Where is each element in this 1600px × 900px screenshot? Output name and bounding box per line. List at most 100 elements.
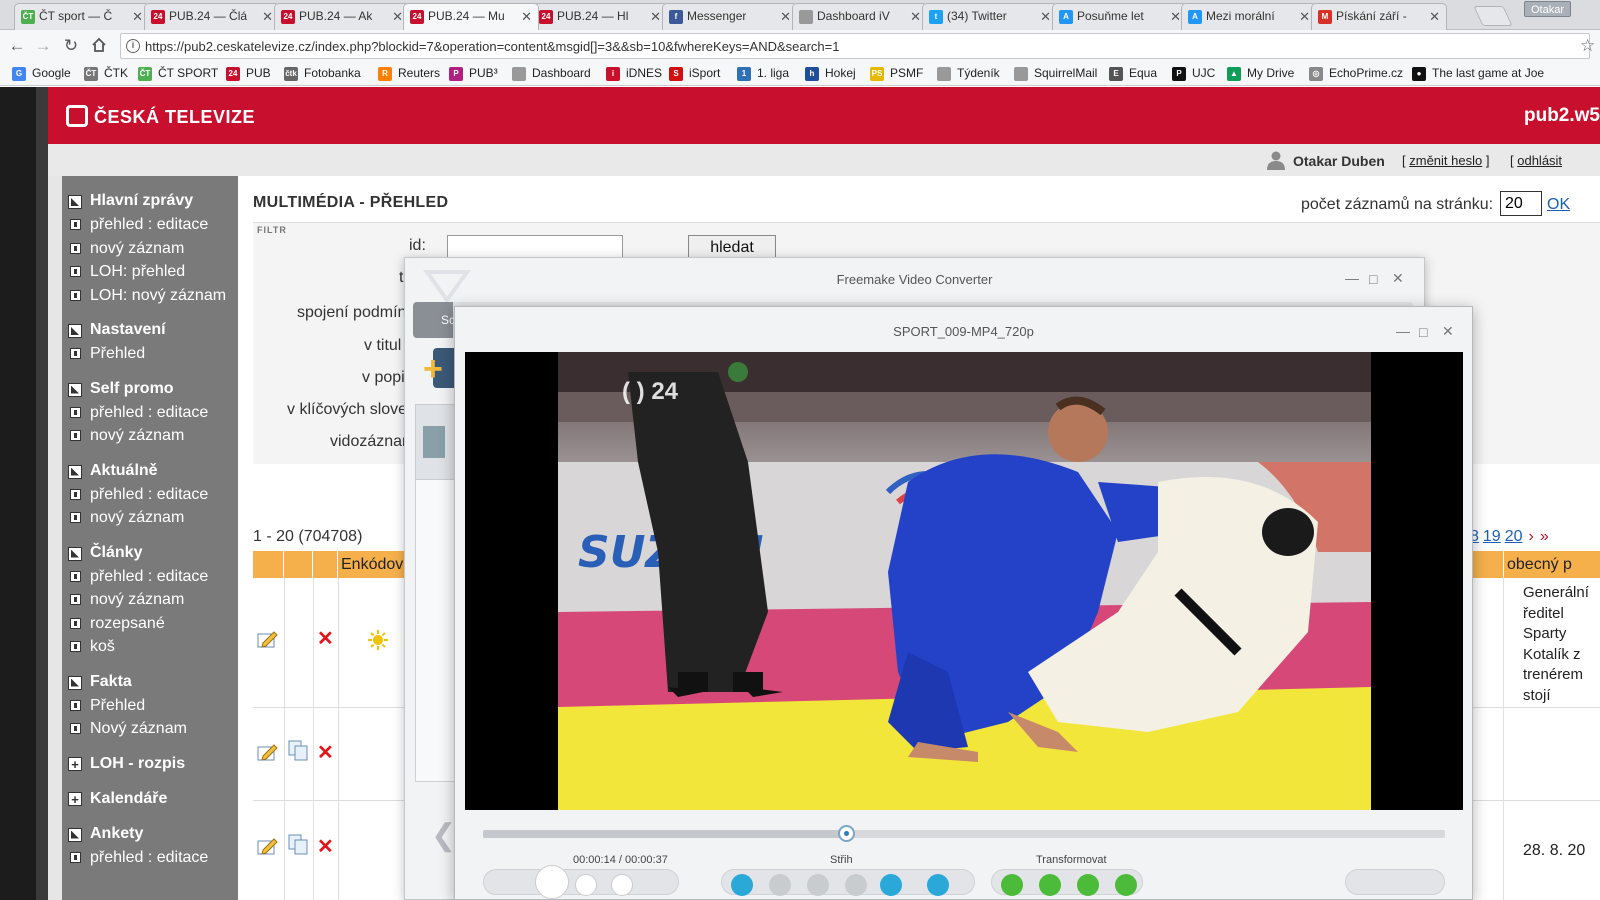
bookmark-item[interactable]: SiSport [669, 66, 720, 81]
back-icon[interactable]: ← [8, 37, 26, 55]
maximize-icon[interactable]: □ [1419, 324, 1427, 340]
edit-icon[interactable] [257, 743, 279, 761]
browser-tab[interactable]: Dashboard iV ✕ [792, 3, 928, 30]
prev-frame-button[interactable] [575, 874, 597, 896]
bookmark-item[interactable]: ● The last game at Joe [1412, 66, 1544, 81]
bookmark-item[interactable]: R Reuters [378, 66, 440, 81]
next-page-icon[interactable]: › [1529, 528, 1534, 545]
minimize-icon[interactable]: — [1345, 270, 1359, 286]
per-page-ok-link[interactable]: OK [1547, 196, 1570, 214]
browser-tab[interactable]: A Mezi morální ✕ [1181, 3, 1317, 30]
bookmark-item[interactable]: G Google [12, 66, 71, 81]
tab-close-icon[interactable]: ✕ [1299, 9, 1310, 25]
sidebar-item[interactable]: rozepsané [62, 612, 238, 636]
play-button[interactable] [535, 865, 569, 899]
flip-button[interactable] [1077, 874, 1099, 896]
minimize-icon[interactable]: — [1396, 323, 1410, 339]
bookmark-item[interactable]: čtk Fotobanka [284, 66, 361, 81]
site-info-icon[interactable]: i [126, 39, 140, 53]
logout-link[interactable]: odhlásit [1517, 153, 1562, 168]
collapse-icon[interactable] [68, 827, 82, 842]
next-frame-button[interactable] [611, 874, 633, 896]
sidebar-item[interactable]: Přehled [62, 342, 238, 366]
sidebar-item[interactable]: LOH: přehled [62, 260, 238, 284]
browser-tab[interactable]: t (34) Twitter ✕ [922, 3, 1058, 30]
browser-tab[interactable]: ČT ČT sport — Č ✕ [14, 3, 150, 30]
collapse-icon[interactable] [68, 464, 82, 479]
cut-button-3[interactable] [807, 874, 829, 896]
sidebar-section-title[interactable]: Aktuálně [62, 459, 238, 483]
cut-button-6[interactable] [927, 874, 949, 896]
expand-icon[interactable]: + [68, 756, 82, 771]
delete-icon[interactable]: ✕ [317, 740, 334, 765]
browser-tab[interactable]: 24 PUB.24 — Hl ✕ [532, 3, 668, 30]
tab-close-icon[interactable]: ✕ [1429, 9, 1440, 25]
copy-icon[interactable] [287, 739, 309, 761]
collapse-icon[interactable] [68, 324, 82, 338]
last-page-icon[interactable]: » [1540, 528, 1549, 545]
bookmark-star-icon[interactable]: ☆ [1580, 36, 1595, 56]
bookmark-item[interactable]: PS PSMF [870, 66, 923, 81]
tab-close-icon[interactable]: ✕ [392, 9, 403, 25]
tab-close-icon[interactable]: ✕ [650, 9, 661, 25]
bookmark-item[interactable]: ▲ My Drive [1227, 66, 1294, 81]
edit-icon[interactable] [257, 630, 279, 648]
bookmark-item[interactable]: 1 1. liga [737, 66, 789, 81]
tab-close-icon[interactable]: ✕ [780, 9, 791, 25]
sidebar-item[interactable]: přehled : editace [62, 401, 238, 425]
delete-icon[interactable]: ✕ [317, 834, 334, 859]
tab-close-icon[interactable]: ✕ [1170, 9, 1181, 25]
close-icon[interactable]: ✕ [1392, 270, 1404, 287]
copy-icon[interactable] [287, 833, 309, 855]
seek-bar[interactable] [483, 825, 1445, 842]
sidebar-item[interactable]: Přehled [62, 694, 238, 718]
browser-tab[interactable]: f Messenger ✕ [662, 3, 798, 30]
bookmark-item[interactable]: ČT ČT SPORT [138, 66, 218, 81]
sidebar-item[interactable]: přehled : editace [62, 565, 238, 589]
collapse-icon[interactable] [68, 195, 82, 209]
cut-button-2[interactable] [769, 874, 791, 896]
bookmark-item[interactable]: i iDNES [606, 66, 662, 81]
tab-close-icon[interactable]: ✕ [1040, 9, 1051, 25]
video-frame[interactable]: SUZUKI [558, 352, 1371, 810]
browser-tab[interactable]: 24 PUB.24 — Člá ✕ [144, 3, 280, 30]
mark-start-button[interactable] [731, 874, 753, 896]
sidebar-item[interactable]: nový záznam [62, 237, 238, 261]
cut-button-5[interactable] [880, 874, 902, 896]
rotate-right-button[interactable] [1039, 874, 1061, 896]
tab-close-icon[interactable]: ✕ [521, 9, 532, 25]
sidebar-item[interactable]: nový záznam [62, 424, 238, 448]
delete-icon[interactable]: ✕ [317, 626, 334, 651]
tab-close-icon[interactable]: ✕ [132, 9, 143, 25]
reload-icon[interactable]: ↻ [62, 37, 80, 55]
edit-icon[interactable] [257, 837, 279, 855]
forward-icon[interactable]: → [34, 37, 52, 55]
tab-close-icon[interactable]: ✕ [262, 9, 273, 25]
sidebar-section-title[interactable]: + LOH - rozpis [62, 752, 238, 776]
expand-icon[interactable]: + [68, 791, 82, 806]
tab-close-icon[interactable]: ✕ [910, 9, 921, 25]
sidebar-item[interactable]: nový záznam [62, 588, 238, 612]
profile-button[interactable]: Otakar [1524, 1, 1572, 17]
browser-tab[interactable]: M Pískání září - ✕ [1311, 3, 1447, 30]
bookmark-item[interactable]: Týdeník [937, 66, 1000, 81]
sidebar-item[interactable]: přehled : editace [62, 846, 238, 870]
rotate-left-button[interactable] [1001, 874, 1023, 896]
sidebar-section-title[interactable]: Články [62, 541, 238, 565]
sidebar-section-title[interactable]: + Kalendáře [62, 787, 238, 811]
bookmark-item[interactable]: E Equa [1109, 66, 1157, 81]
sidebar-item[interactable]: Nový záznam [62, 717, 238, 741]
sidebar-item[interactable]: přehled : editace [62, 213, 238, 237]
bookmark-item[interactable]: ČT ČTK [84, 66, 128, 81]
browser-tab[interactable]: 24 PUB.24 — Mu ✕ [403, 3, 539, 30]
change-password-link[interactable]: změnit heslo [1409, 153, 1482, 168]
collapse-icon[interactable] [68, 675, 82, 690]
sidebar-item[interactable]: přehled : editace [62, 483, 238, 507]
bookmark-item[interactable]: ◎ EchoPrime.cz [1309, 66, 1403, 81]
page-link[interactable]: 20 [1505, 528, 1523, 545]
per-page-input[interactable] [1500, 191, 1542, 216]
collapse-icon[interactable] [68, 382, 82, 397]
bookmark-item[interactable]: P PUB³ [449, 66, 498, 81]
col-common[interactable]: obecný p [1503, 551, 1600, 578]
cut-button-4[interactable] [845, 874, 867, 896]
